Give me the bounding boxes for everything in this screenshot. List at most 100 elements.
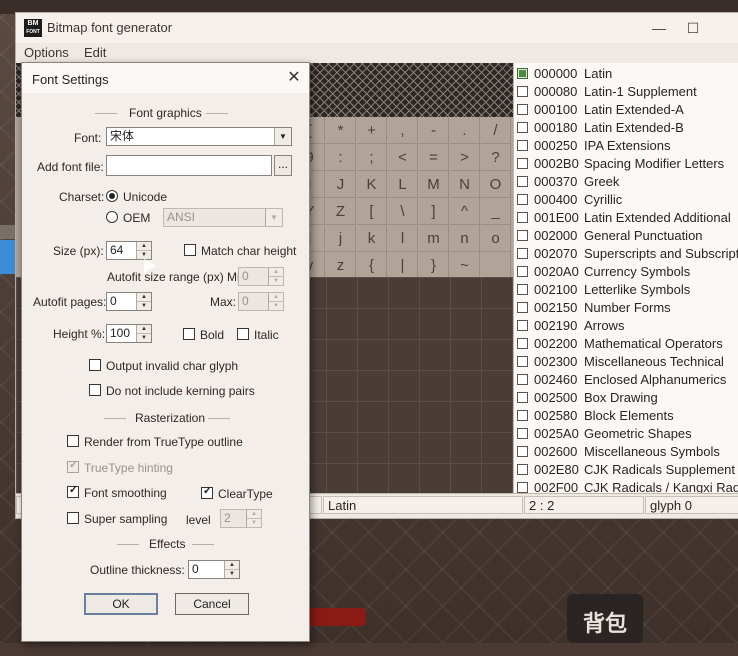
subset-list-item[interactable]: 002200 Mathematical Operators	[514, 335, 738, 353]
spin-down-icon[interactable]: ▼	[137, 302, 151, 310]
glyph-cell[interactable]: Z	[326, 198, 356, 225]
subset-checkbox[interactable]	[517, 356, 528, 367]
subset-list-item[interactable]: 0025A0 Geometric Shapes	[514, 425, 738, 443]
cleartype-checkbox[interactable]: ✓	[201, 485, 213, 499]
subset-checkbox[interactable]	[517, 428, 528, 439]
glyph-cell[interactable]: o	[481, 225, 511, 252]
match-char-height-checkbox[interactable]	[184, 244, 196, 256]
subset-list-item[interactable]: 002100 Letterlike Symbols	[514, 281, 738, 299]
autofit-pages-spinner[interactable]: ▲ ▼	[136, 293, 151, 310]
subset-checkbox[interactable]	[517, 410, 528, 421]
glyph-cell[interactable]: }	[419, 252, 449, 279]
glyph-cell[interactable]: z	[326, 252, 356, 279]
glyph-cell[interactable]: N	[450, 171, 480, 198]
subset-list-item[interactable]: 002000 General Punctuation	[514, 227, 738, 245]
ok-button[interactable]: OK	[84, 593, 158, 615]
subset-checkbox[interactable]	[517, 302, 528, 313]
spin-down-icon[interactable]: ▼	[137, 334, 151, 342]
autofit-pages-spinbox[interactable]: 0 ▲ ▼	[106, 292, 152, 311]
glyph-cell[interactable]: ,	[388, 117, 418, 144]
subset-checkbox[interactable]	[517, 212, 528, 223]
subset-list-item[interactable]: 002190 Arrows	[514, 317, 738, 335]
super-sampling-checkbox[interactable]	[67, 512, 79, 524]
unicode-subset-list[interactable]: 000000 Latin 000080 Latin-1 Supplement 00010…	[513, 63, 738, 493]
glyph-cell[interactable]: O	[481, 171, 511, 198]
glyph-cell[interactable]: =	[419, 144, 449, 171]
render-truetype-checkbox[interactable]	[67, 435, 79, 447]
subset-checkbox[interactable]	[517, 158, 528, 169]
glyph-cell[interactable]: m	[419, 225, 449, 252]
subset-list-item[interactable]: 000080 Latin-1 Supplement	[514, 83, 738, 101]
glyph-cell[interactable]: >	[450, 144, 480, 171]
subset-list-item[interactable]: 002500 Box Drawing	[514, 389, 738, 407]
maximize-button[interactable]: ☐	[678, 17, 708, 39]
glyph-cell[interactable]: :	[326, 144, 356, 171]
glyph-cell[interactable]: L	[388, 171, 418, 198]
subset-list-item[interactable]: 000400 Cyrillic	[514, 191, 738, 209]
minimize-button[interactable]: —	[644, 17, 674, 39]
bold-checkbox[interactable]	[183, 328, 195, 340]
glyph-cell[interactable]: +	[357, 117, 387, 144]
glyph-cell[interactable]: {	[357, 252, 387, 279]
font-combobox[interactable]: 宋体 ▼	[106, 127, 292, 146]
game-bag-button[interactable]: 背包	[567, 594, 643, 643]
subset-list-item[interactable]: 000100 Latin Extended-A	[514, 101, 738, 119]
subset-list-item[interactable]: 0002B0 Spacing Modifier Letters	[514, 155, 738, 173]
glyph-cell[interactable]: k	[357, 225, 387, 252]
no-kerning-checkbox[interactable]	[89, 384, 101, 396]
height-percent-spinbox[interactable]: 100 ▲ ▼	[106, 324, 152, 343]
subset-list-item[interactable]: 000250 IPA Extensions	[514, 137, 738, 155]
subset-list-item[interactable]: 002300 Miscellaneous Technical	[514, 353, 738, 371]
glyph-cell[interactable]: ;	[357, 144, 387, 171]
subset-checkbox[interactable]	[517, 266, 528, 277]
subset-checkbox[interactable]	[517, 230, 528, 241]
subset-checkbox[interactable]	[517, 320, 528, 331]
subset-list-item[interactable]: 002070 Superscripts and Subscripts	[514, 245, 738, 263]
subset-checkbox[interactable]	[517, 338, 528, 349]
glyph-cell[interactable]: ^	[450, 198, 480, 225]
height-percent-spinner[interactable]: ▲ ▼	[136, 325, 151, 342]
subset-list-item[interactable]: 002E80 CJK Radicals Supplement	[514, 461, 738, 479]
font-smoothing-checkbox[interactable]: ✓	[67, 484, 79, 498]
subset-list-item[interactable]: 0020A0 Currency Symbols	[514, 263, 738, 281]
glyph-cell[interactable]: M	[419, 171, 449, 198]
glyph-cell[interactable]: <	[388, 144, 418, 171]
dialog-title-bar[interactable]: Font Settings ✕	[22, 63, 309, 93]
menu-options[interactable]: Options	[24, 45, 69, 60]
outline-thickness-spinbox[interactable]: 0 ▲ ▼	[188, 560, 240, 579]
spin-up-icon[interactable]: ▲	[137, 242, 151, 251]
subset-checkbox[interactable]	[517, 122, 528, 133]
browse-font-file-button[interactable]: ...	[274, 155, 292, 176]
glyph-cell[interactable]: ~	[450, 252, 480, 279]
subset-list-item[interactable]: 002580 Block Elements	[514, 407, 738, 425]
subset-list-item[interactable]: 002460 Enclosed Alphanumerics	[514, 371, 738, 389]
subset-checkbox[interactable]	[517, 464, 528, 475]
subset-checkbox[interactable]	[517, 374, 528, 385]
glyph-cell[interactable]: J	[326, 171, 356, 198]
glyph-cell[interactable]: l	[388, 225, 418, 252]
spin-up-icon[interactable]: ▲	[225, 561, 239, 570]
glyph-cell[interactable]: -	[419, 117, 449, 144]
cancel-button[interactable]: Cancel	[175, 593, 249, 615]
glyph-cell[interactable]: ?	[481, 144, 511, 171]
dialog-close-button[interactable]: ✕	[284, 68, 304, 88]
title-bar[interactable]: BM FONT Bitmap font generator — ☐	[16, 13, 738, 43]
glyph-cell[interactable]: n	[450, 225, 480, 252]
subset-list-item[interactable]: 002F00 CJK Radicals / Kangxi Radicals	[514, 479, 738, 493]
glyph-cell[interactable]: j	[326, 225, 356, 252]
glyph-cell[interactable]: *	[326, 117, 356, 144]
glyph-cell[interactable]: ]	[419, 198, 449, 225]
subset-checkbox[interactable]	[517, 86, 528, 97]
subset-list-item[interactable]: 000180 Latin Extended-B	[514, 119, 738, 137]
glyph-cell[interactable]: \	[388, 198, 418, 225]
glyph-cell[interactable]: .	[450, 117, 480, 144]
subset-checkbox[interactable]	[517, 68, 528, 79]
subset-checkbox[interactable]	[517, 176, 528, 187]
menu-edit[interactable]: Edit	[84, 45, 106, 60]
charset-oem-radio[interactable]	[106, 211, 118, 223]
subset-checkbox[interactable]	[517, 140, 528, 151]
subset-checkbox[interactable]	[517, 284, 528, 295]
glyph-cell[interactable]: _	[481, 198, 511, 225]
italic-checkbox[interactable]	[237, 328, 249, 340]
spin-up-icon[interactable]: ▲	[137, 325, 151, 334]
